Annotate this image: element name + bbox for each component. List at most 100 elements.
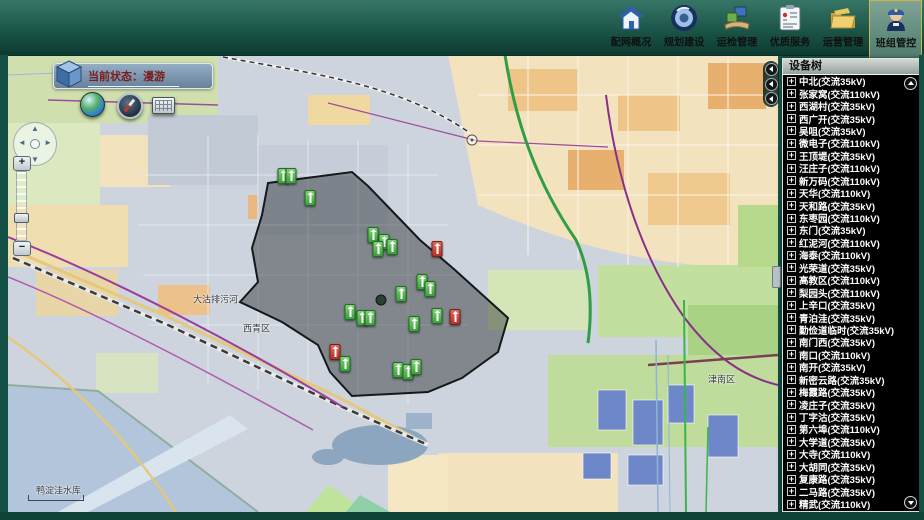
- tree-item[interactable]: +青泊洼(交流35kV): [783, 311, 920, 323]
- tree-item[interactable]: +西广开(交流35kV): [783, 112, 920, 124]
- tree-item[interactable]: +东门(交流35kV): [783, 224, 920, 236]
- pan-left-icon[interactable]: ◄: [18, 138, 26, 147]
- tree-item[interactable]: +微电子(交流110kV): [783, 137, 920, 149]
- expand-icon[interactable]: +: [787, 388, 796, 397]
- tree-item[interactable]: +中北(交流35kV): [783, 75, 920, 87]
- tree-item[interactable]: +王顶堤(交流35kV): [783, 150, 920, 162]
- tree-item[interactable]: +南开(交流35kV): [783, 361, 920, 373]
- expand-icon[interactable]: +: [787, 301, 796, 310]
- expand-icon[interactable]: +: [787, 437, 796, 446]
- expand-icon[interactable]: +: [787, 487, 796, 496]
- zoom-out-button[interactable]: −: [13, 241, 31, 256]
- tree-item[interactable]: +二马路(交流35kV): [783, 485, 920, 497]
- tab-team-control[interactable]: 班组管控: [869, 0, 922, 58]
- tree-item[interactable]: +新密云路(交流35kV): [783, 374, 920, 386]
- substation-marker-red[interactable]: [450, 309, 461, 325]
- expand-icon[interactable]: +: [787, 276, 796, 285]
- expand-icon[interactable]: +: [787, 475, 796, 484]
- tab-operation[interactable]: 运营管理: [816, 0, 869, 56]
- expand-icon[interactable]: +: [787, 400, 796, 409]
- expand-icon[interactable]: +: [787, 226, 796, 235]
- substation-marker-green[interactable]: [340, 356, 351, 372]
- expand-icon[interactable]: +: [787, 102, 796, 111]
- tree-item[interactable]: +东枣园(交流110kV): [783, 212, 920, 224]
- tree-item[interactable]: +红泥河(交流110kV): [783, 237, 920, 249]
- expand-icon[interactable]: +: [787, 139, 796, 148]
- expand-icon[interactable]: +: [787, 325, 796, 334]
- tree-item[interactable]: +光荣道(交流35kV): [783, 262, 920, 274]
- tree-item[interactable]: +梨园头(交流110kV): [783, 286, 920, 298]
- tree-item[interactable]: +第六埠(交流110kV): [783, 423, 920, 435]
- substation-marker-green[interactable]: [345, 304, 356, 320]
- substation-marker-green[interactable]: [305, 190, 316, 206]
- tree-item[interactable]: +汪庄子(交流110kV): [783, 162, 920, 174]
- expand-icon[interactable]: +: [787, 126, 796, 135]
- tab-grid-overview[interactable]: 配网概况: [604, 0, 657, 56]
- expand-icon[interactable]: +: [787, 313, 796, 322]
- substation-marker-green[interactable]: [387, 239, 398, 255]
- tree-item[interactable]: +丁字沽(交流35kV): [783, 411, 920, 423]
- tab-service[interactable]: 优质服务: [763, 0, 816, 56]
- expand-icon[interactable]: +: [787, 500, 796, 509]
- tree-item[interactable]: +精武(交流110kV): [783, 498, 920, 510]
- scroll-down-button[interactable]: [904, 496, 917, 509]
- expand-icon[interactable]: +: [787, 164, 796, 173]
- expand-icon[interactable]: +: [787, 338, 796, 347]
- pan-up-icon[interactable]: ▲: [31, 124, 39, 133]
- expand-icon[interactable]: +: [787, 350, 796, 359]
- tree-item[interactable]: +新万码(交流110kV): [783, 175, 920, 187]
- substation-marker-green[interactable]: [365, 310, 376, 326]
- zoom-in-button[interactable]: +: [13, 156, 31, 171]
- zoom-slider-track[interactable]: [16, 171, 27, 241]
- expand-icon[interactable]: +: [787, 450, 796, 459]
- zoom-slider-handle[interactable]: [14, 213, 29, 223]
- pan-down-icon[interactable]: ▼: [31, 155, 39, 164]
- tab-planning[interactable]: 规划建设: [657, 0, 710, 56]
- expand-icon[interactable]: +: [787, 462, 796, 471]
- panel-toggle-button-1[interactable]: [765, 63, 778, 76]
- pan-right-icon[interactable]: ►: [44, 138, 52, 147]
- tree-item[interactable]: +海泰(交流110kV): [783, 249, 920, 261]
- tree-item[interactable]: +高教区(交流110kV): [783, 274, 920, 286]
- expand-icon[interactable]: +: [787, 214, 796, 223]
- substation-marker-green[interactable]: [409, 316, 420, 332]
- tree-item[interactable]: +大寺(交流110kV): [783, 448, 920, 460]
- tree-item[interactable]: +天和路(交流35kV): [783, 199, 920, 211]
- tree-item[interactable]: +吴咀(交流35kV): [783, 125, 920, 137]
- substation-marker-green[interactable]: [373, 241, 384, 257]
- expand-icon[interactable]: +: [787, 375, 796, 384]
- tree-item[interactable]: +南门西(交流35kV): [783, 336, 920, 348]
- tree-item[interactable]: +勤俭道临时(交流35kV): [783, 324, 920, 336]
- substation-marker-green[interactable]: [411, 359, 422, 375]
- globe-tool-button[interactable]: [80, 92, 105, 117]
- substation-marker-green[interactable]: [425, 281, 436, 297]
- substation-marker-green[interactable]: [286, 168, 297, 184]
- substation-marker-red[interactable]: [432, 241, 443, 257]
- expand-icon[interactable]: +: [787, 189, 796, 198]
- expand-icon[interactable]: +: [787, 201, 796, 210]
- tree-item[interactable]: +大胡同(交流35kV): [783, 461, 920, 473]
- tab-inspection[interactable]: 运检管理: [710, 0, 763, 56]
- scroll-up-button[interactable]: [904, 77, 917, 90]
- substation-marker-green[interactable]: [432, 308, 443, 324]
- tree-item[interactable]: +大学道(交流35kV): [783, 436, 920, 448]
- substation-marker-green[interactable]: [396, 286, 407, 302]
- tree-item[interactable]: +西湖村(交流35kV): [783, 100, 920, 112]
- expand-icon[interactable]: +: [787, 176, 796, 185]
- keyboard-tool-button[interactable]: [152, 97, 175, 114]
- expand-icon[interactable]: +: [787, 263, 796, 272]
- tree-item[interactable]: +天华(交流110kV): [783, 187, 920, 199]
- expand-icon[interactable]: +: [787, 89, 796, 98]
- expand-icon[interactable]: +: [787, 425, 796, 434]
- expand-icon[interactable]: +: [787, 151, 796, 160]
- tree-item[interactable]: +张家窝(交流110kV): [783, 87, 920, 99]
- device-tree-list[interactable]: +中北(交流35kV)+张家窝(交流110kV)+西湖村(交流35kV)+西广开…: [783, 75, 920, 511]
- expand-icon[interactable]: +: [787, 238, 796, 247]
- tree-item[interactable]: +凌庄子(交流35kV): [783, 398, 920, 410]
- expand-icon[interactable]: +: [787, 363, 796, 372]
- tree-item[interactable]: +复康路(交流35kV): [783, 473, 920, 485]
- tree-item[interactable]: +梅霞路(交流35kV): [783, 386, 920, 398]
- panel-toggle-button-3[interactable]: [765, 92, 778, 105]
- sidebar-collapse-handle[interactable]: [772, 266, 781, 288]
- tree-item[interactable]: +上辛口(交流35kV): [783, 299, 920, 311]
